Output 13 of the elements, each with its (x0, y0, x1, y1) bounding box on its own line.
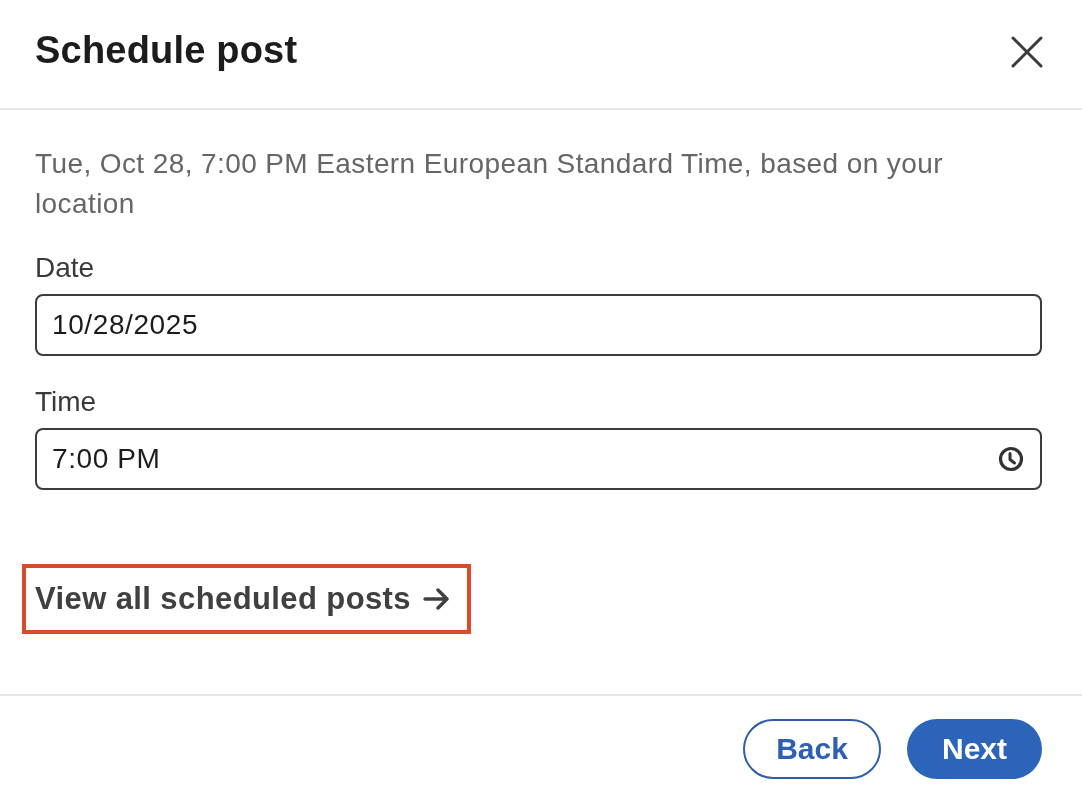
date-field[interactable]: 10/28/2025 (35, 294, 1042, 356)
schedule-summary: Tue, Oct 28, 7:00 PM Eastern European Standard Time, based on your location (35, 147, 944, 221)
time-field[interactable]: 7:00 PM (35, 428, 1042, 490)
close-button[interactable] (1010, 35, 1044, 69)
dialog-title: Schedule post (35, 28, 298, 72)
clock-icon (998, 446, 1024, 472)
close-icon (1011, 36, 1043, 68)
field-label: Date (35, 252, 95, 284)
field-label: Time (35, 386, 97, 418)
arrow-right-icon (423, 587, 449, 611)
back-button[interactable]: Back (743, 719, 881, 779)
next-button[interactable]: Next (907, 719, 1042, 779)
scheduled-posts-link[interactable]: View all scheduled posts (35, 578, 449, 620)
